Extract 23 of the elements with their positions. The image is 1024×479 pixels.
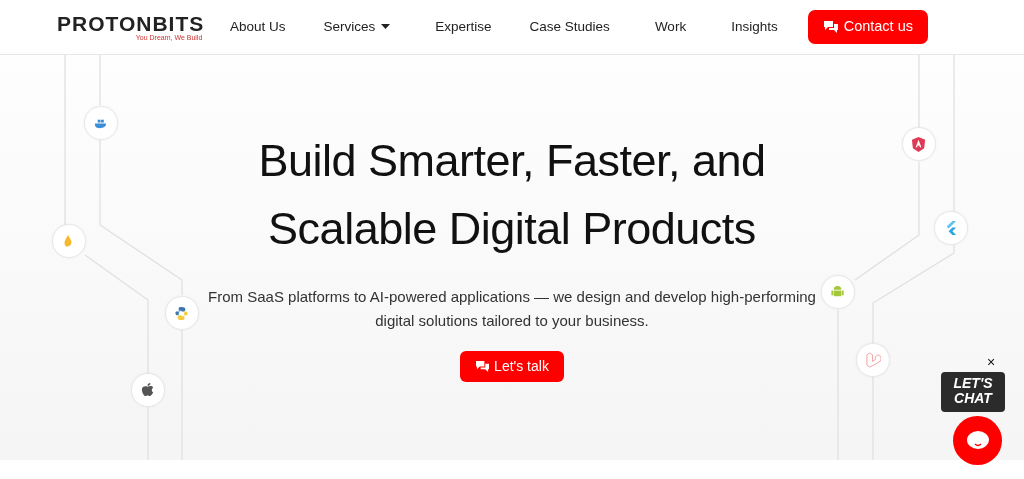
nav-link[interactable]: Expertise — [435, 16, 492, 38]
nav-link[interactable]: Insights — [731, 16, 778, 38]
chat-button[interactable] — [953, 416, 1002, 465]
apple-icon — [140, 382, 156, 398]
lets-talk-button[interactable]: Let's talk — [460, 351, 564, 382]
chat-sticker: LET'S CHAT — [941, 372, 1005, 412]
chat-bubble-icon — [965, 429, 990, 452]
nav-link[interactable]: Case Studies — [529, 16, 610, 38]
angular-icon — [911, 136, 927, 152]
close-button[interactable]: × — [987, 355, 996, 369]
hero-heading: Build Smarter, Faster, and — [258, 134, 766, 188]
logo[interactable]: PROTONBITS — [57, 13, 205, 34]
nav-link[interactable]: Services — [323, 16, 391, 38]
chat-icon — [822, 20, 839, 34]
nav-link[interactable]: Work — [654, 16, 687, 38]
caret-icon — [381, 24, 391, 30]
nav-link[interactable]: About Us — [230, 16, 286, 38]
laravel-icon — [865, 352, 881, 368]
hero-subtitle: From SaaS platforms to AI-powered applications — we design and develop high-performing digital solutions tailored to your business. — [207, 287, 817, 331]
contact-button[interactable]: Contact us — [807, 10, 928, 44]
python-icon — [174, 305, 190, 321]
chat-icon — [475, 360, 491, 373]
hero-heading: Scalable Digital Products — [268, 202, 756, 256]
